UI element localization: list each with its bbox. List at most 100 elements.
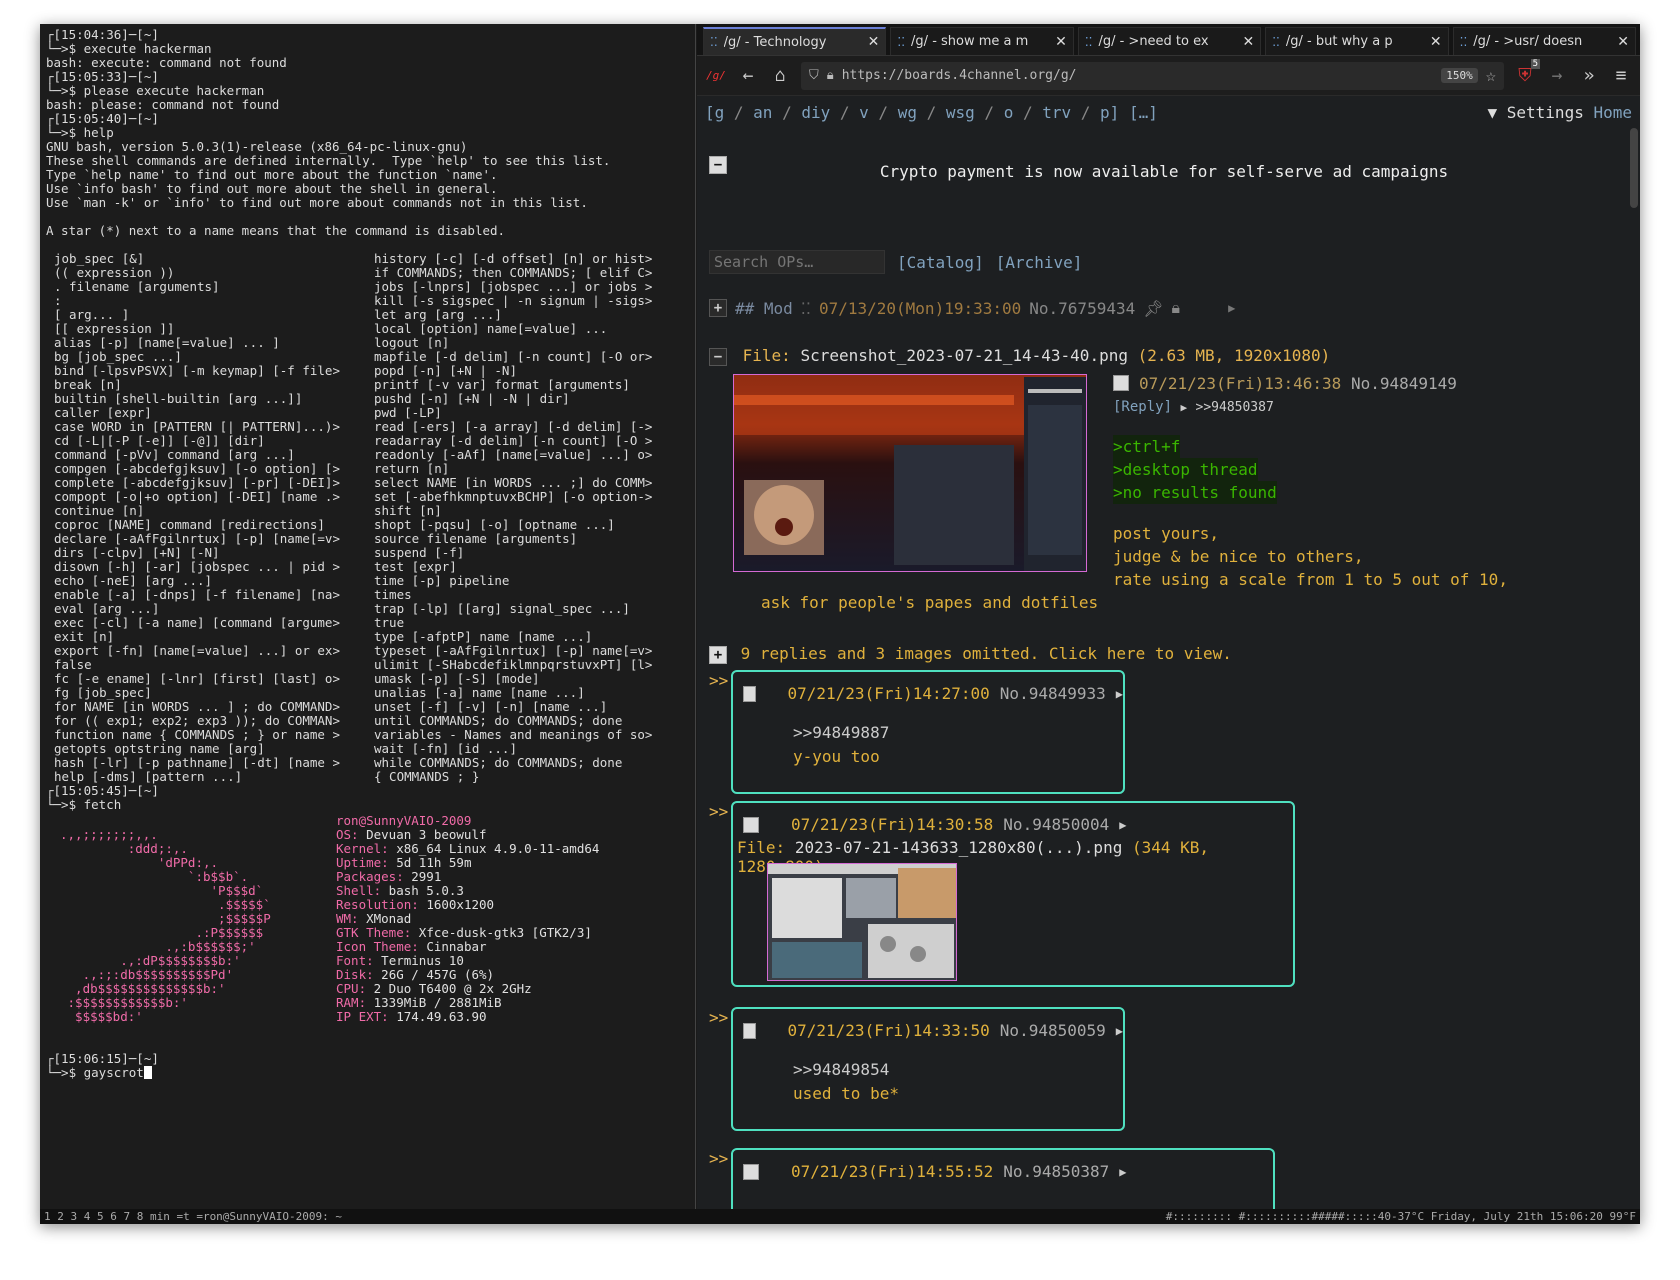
help-entry: mapfile [-d delim] [-n count] [-O or> xyxy=(374,350,653,364)
post-menu-icon[interactable]: ▶ xyxy=(1119,818,1126,832)
board-link[interactable]: [g xyxy=(705,103,724,122)
post-checkbox[interactable] xyxy=(743,816,759,833)
reply-number[interactable]: No.94850004 xyxy=(1003,815,1109,834)
sticky-post-header: + ## Mod ⁚⁚ 07/13/20(Mon)19:33:00 No.767… xyxy=(709,298,1235,318)
catalog-link[interactable]: [Catalog] xyxy=(897,253,984,272)
tab-close-icon[interactable]: ✕ xyxy=(1617,34,1629,50)
browser-tab[interactable]: ⁚⁚ /g/ - but why a p ✕ xyxy=(1265,27,1449,55)
omitted-notice[interactable]: + 9 replies and 3 images omitted. Click … xyxy=(709,644,1232,664)
tab-close-icon[interactable]: ✕ xyxy=(1430,34,1442,50)
settings-link[interactable]: Settings xyxy=(1507,103,1584,122)
op-thumbnail-image[interactable] xyxy=(733,374,1087,572)
browser-tab[interactable]: ⁚⁚ /g/ - Technology ✕ xyxy=(703,27,887,55)
browser-tab[interactable]: ⁚⁚ /g/ - show me a m ✕ xyxy=(890,27,1074,55)
hide-thread-icon[interactable]: − xyxy=(709,348,727,366)
post-menu-icon[interactable]: ▶ xyxy=(1116,687,1123,701)
site-logo-icon[interactable]: /g/ xyxy=(705,69,727,82)
backlink[interactable]: >>94850387 xyxy=(1196,400,1274,415)
info-value: Terminus 10 xyxy=(373,953,464,968)
quote-link[interactable]: >>94849887 xyxy=(793,721,1123,745)
quote-link[interactable]: >>94849854 xyxy=(793,1058,1123,1082)
info-key: Font: xyxy=(336,953,374,968)
help-entry: export [-fn] [name[=value] ...] or ex> xyxy=(54,644,340,658)
forward-icon[interactable]: → xyxy=(1546,65,1568,86)
board-link[interactable]: […] xyxy=(1129,103,1158,122)
board-link[interactable]: wsg xyxy=(946,103,975,122)
tab-close-icon[interactable]: ✕ xyxy=(1242,34,1254,50)
browser-tab[interactable]: ⁚⁚ /g/ - >usr/ doesn ✕ xyxy=(1452,27,1637,55)
board-link[interactable]: trv xyxy=(1042,103,1071,122)
post-checkbox[interactable] xyxy=(1113,375,1129,391)
bookmark-star-icon[interactable]: ☆ xyxy=(1486,66,1496,86)
back-icon[interactable]: ← xyxy=(737,65,759,86)
post-checkbox[interactable] xyxy=(743,1022,756,1039)
tab-title[interactable]: /g/ - >need to ex xyxy=(1098,34,1238,49)
home-icon[interactable]: ⌂ xyxy=(769,65,791,86)
board-link[interactable]: an xyxy=(753,103,772,122)
board-link[interactable]: p] xyxy=(1100,103,1119,122)
file-link[interactable]: 2023-07-21-143633_1280x80(...).png xyxy=(795,838,1123,857)
overflow-icon[interactable]: » xyxy=(1578,65,1600,86)
url-text[interactable]: https://boards.4channel.org/g/ xyxy=(842,68,1434,83)
shield-icon[interactable]: ⛉ xyxy=(809,68,819,83)
post-checkbox[interactable] xyxy=(743,1163,759,1180)
file-link[interactable]: Screenshot_2023-07-21_14-43-40.png xyxy=(800,346,1128,365)
help-entry: help [-dms] [pattern ...] xyxy=(54,770,243,784)
system-info-row: OS: Devuan 3 beowulf xyxy=(336,828,599,842)
post-checkbox[interactable] xyxy=(743,685,756,702)
op-post-number[interactable]: No.94849149 xyxy=(1351,374,1457,393)
terminal-window[interactable]: ┌[15:04:36]─[~] └─>$ execute hackerman bas… xyxy=(40,24,696,1209)
expand-replies-icon[interactable]: + xyxy=(709,646,727,664)
archive-link[interactable]: [Archive] xyxy=(996,253,1083,272)
menu-icon[interactable]: ≡ xyxy=(1610,65,1632,86)
scrollbar-thumb[interactable] xyxy=(1630,128,1638,208)
reply-post: 07/21/23(Fri)14:27:00 No.94849933 ▶ >>94… xyxy=(731,670,1125,794)
board-link[interactable]: v xyxy=(859,103,869,122)
browser-tab[interactable]: ⁚⁚ /g/ - >need to ex ✕ xyxy=(1077,27,1262,55)
tab-title[interactable]: /g/ - Technology xyxy=(724,35,864,50)
post-menu-icon[interactable]: ▶ xyxy=(1180,401,1187,414)
board-link[interactable]: diy xyxy=(801,103,830,122)
info-value: bash 5.0.3 xyxy=(381,883,464,898)
post-menu-icon[interactable]: ▶ xyxy=(1228,301,1235,315)
tab-title[interactable]: /g/ - >usr/ doesn xyxy=(1473,34,1613,49)
system-info-row: Disk: 26G / 457G (6%) xyxy=(336,968,599,982)
ublock-icon[interactable]: ⛨ 5 xyxy=(1514,59,1540,86)
reply-number[interactable]: No.94850387 xyxy=(1003,1162,1109,1181)
tab-title[interactable]: /g/ - but why a p xyxy=(1286,34,1426,49)
post-menu-icon[interactable]: ▶ xyxy=(1116,1024,1123,1038)
home-link[interactable]: Home xyxy=(1593,103,1632,122)
omitted-text[interactable]: 9 replies and 3 images omitted. Click he… xyxy=(741,644,1232,663)
terminal-command: └─>$ gayscrot xyxy=(46,1065,144,1080)
help-entry: if COMMANDS; then COMMANDS; [ elif C> xyxy=(374,266,653,280)
tab-close-icon[interactable]: ✕ xyxy=(868,34,880,50)
op-file-info: − File: Screenshot_2023-07-21_14-43-40.p… xyxy=(709,346,1330,366)
tab-close-icon[interactable]: ✕ xyxy=(1055,34,1067,50)
zoom-level[interactable]: 150% xyxy=(1441,68,1478,83)
settings-icon[interactable]: ▼ xyxy=(1487,103,1497,122)
search-ops-input[interactable] xyxy=(709,250,885,274)
reply-thumbnail-image[interactable] xyxy=(767,863,957,981)
help-entry: pwd [-LP] xyxy=(374,406,442,420)
reply-post: 07/21/23(Fri)14:30:58 No.94850004 ▶ File… xyxy=(731,801,1295,987)
board-link[interactable]: wg xyxy=(898,103,917,122)
help-entry: popd [-n] [+N | -N] xyxy=(374,364,517,378)
system-info-row: IP EXT: 174.49.63.90 xyxy=(336,1010,599,1024)
address-bar[interactable]: ⛉ 🔒︎ https://boards.4channel.org/g/ 150%… xyxy=(801,61,1504,90)
collapse-announcement-icon[interactable]: − xyxy=(709,156,727,174)
post-menu-icon[interactable]: ▶ xyxy=(1119,1165,1126,1179)
reply-link[interactable]: [Reply] xyxy=(1113,399,1172,415)
reply-number[interactable]: No.94849933 xyxy=(1000,684,1106,703)
reply-date: 07/21/23(Fri)14:27:00 xyxy=(787,684,990,703)
terminal-input-line[interactable]: └─>$ gayscrot xyxy=(46,1066,689,1080)
board-link[interactable]: o xyxy=(1004,103,1014,122)
system-status: #::::::::: #::::::::::#####:::::40-37°C … xyxy=(1165,1210,1636,1223)
post-number[interactable]: No.76759434 xyxy=(1029,299,1135,318)
reply-number[interactable]: No.94850059 xyxy=(1000,1021,1106,1040)
system-info-row: CPU: 2 Duo T6400 @ 2x 2GHz xyxy=(336,982,599,996)
tab-title[interactable]: /g/ - show me a m xyxy=(911,34,1051,49)
help-entry: readonly [-aAf] [name[=value] ...] o> xyxy=(374,448,653,462)
expand-thread-icon[interactable]: + xyxy=(709,299,727,317)
lock-icon[interactable]: 🔒︎ xyxy=(827,68,834,83)
